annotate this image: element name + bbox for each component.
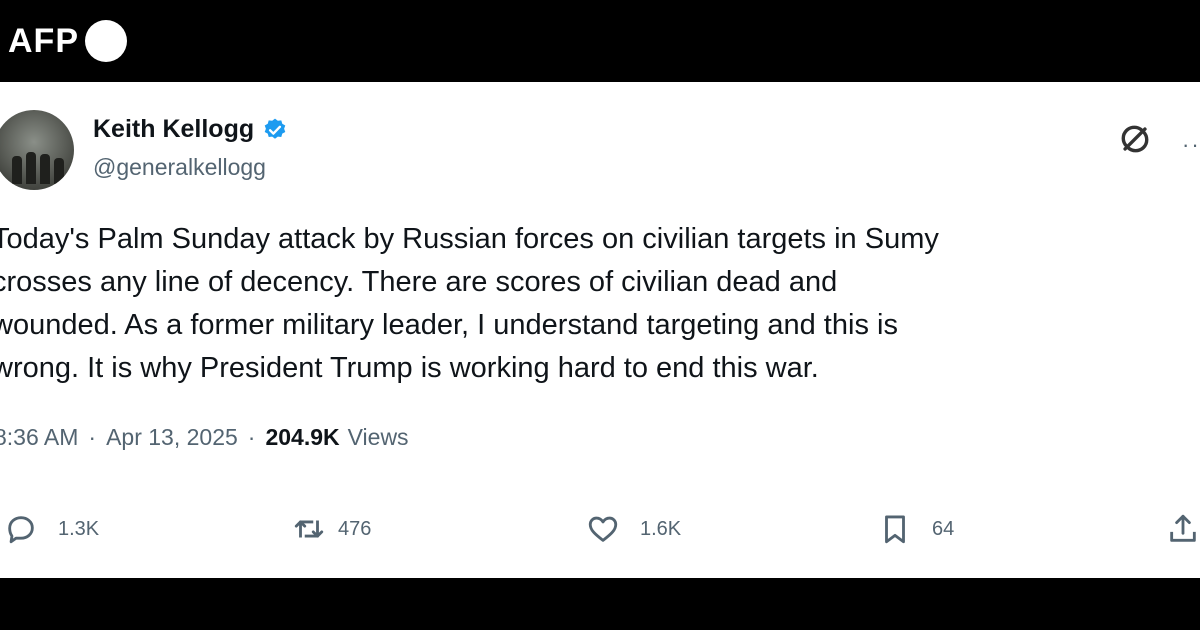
tweet-text: Today's Palm Sunday attack by Russian fo…	[0, 223, 939, 384]
avatar[interactable]	[0, 110, 74, 190]
meta-separator: ·	[247, 424, 256, 450]
views-label: Views	[347, 424, 409, 450]
meta-separator: ·	[88, 424, 97, 450]
like-button[interactable]: 1.6K	[586, 512, 681, 546]
afp-frame: AFP Keith Kellogg @generalkellogg ··· To…	[0, 0, 1200, 630]
reply-button[interactable]: 1.3K	[4, 512, 99, 546]
more-icon[interactable]: ···	[1182, 132, 1200, 158]
afp-logo-circle	[85, 20, 127, 62]
verified-badge-icon	[264, 118, 286, 139]
author-name[interactable]: Keith Kellogg	[93, 115, 254, 144]
action-bar: 1.3K 476 1.6K 64	[0, 512, 1200, 552]
repost-count: 476	[338, 517, 372, 540]
tweet-date[interactable]: Apr 13, 2025	[106, 424, 238, 451]
repost-icon	[294, 520, 324, 538]
like-count: 1.6K	[640, 517, 682, 540]
tweet-time[interactable]: 8:36 AM	[0, 424, 78, 451]
afp-logo-text: AFP	[8, 21, 79, 60]
reply-icon	[8, 516, 34, 544]
bookmark-button[interactable]: 64	[878, 512, 954, 546]
author-row: Keith Kellogg	[93, 115, 288, 144]
tweet-meta: 8:36 AM · Apr 13, 2025 · 204.9K Views	[0, 424, 409, 451]
views-count: 204.9K	[265, 424, 340, 450]
tweet-card: Keith Kellogg @generalkellogg ··· Today'…	[0, 82, 1200, 578]
grok-icon[interactable]	[1118, 122, 1152, 156]
share-icon	[1170, 514, 1196, 542]
bookmark-icon	[885, 515, 905, 544]
share-button[interactable]	[1166, 512, 1200, 546]
afp-logo: AFP	[8, 20, 127, 62]
like-icon	[588, 516, 618, 542]
author-handle[interactable]: @generalkellogg	[93, 154, 266, 181]
bookmark-count: 64	[932, 517, 955, 540]
reply-count: 1.3K	[58, 517, 100, 540]
repost-button[interactable]: 476	[292, 512, 371, 546]
